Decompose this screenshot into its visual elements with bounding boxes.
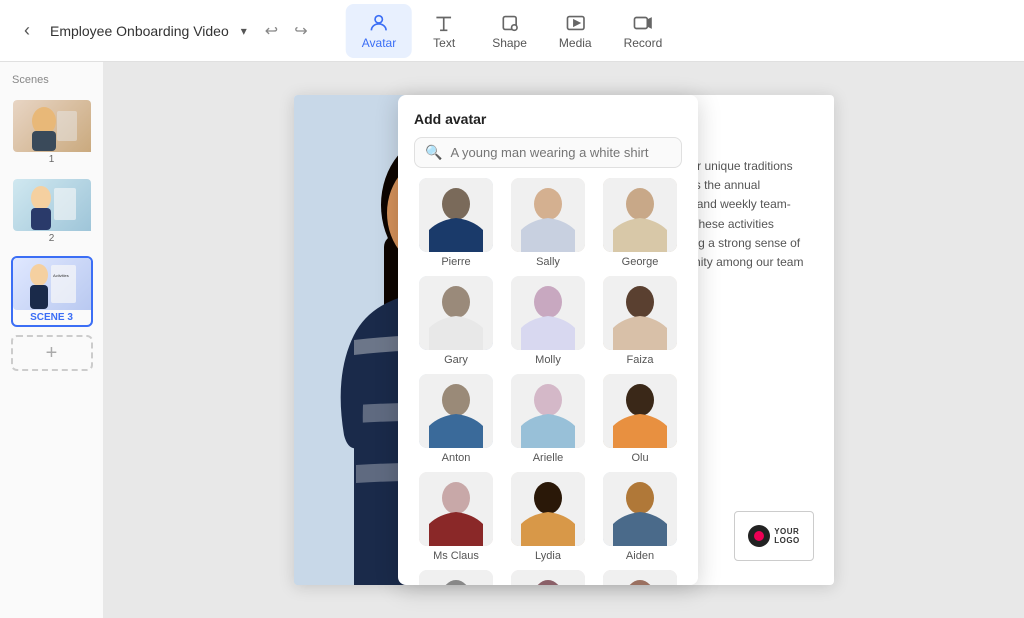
tool-media[interactable]: Media [543, 4, 608, 58]
logo-text: YOUR LOGO [774, 527, 800, 545]
avatar-item-olu[interactable]: Olu [598, 374, 682, 464]
avatar-search-box[interactable]: 🔍 [414, 137, 682, 168]
avatar-img-13 [511, 570, 585, 585]
avatar-img-7 [511, 374, 585, 448]
scene-thumb-1[interactable]: 1 [11, 98, 93, 169]
avatar-name-8: Olu [631, 452, 648, 464]
avatar-name-10: Lydia [535, 550, 561, 562]
back-button[interactable]: ‹ [16, 16, 38, 45]
avatar-item-12[interactable] [414, 570, 498, 585]
avatar-img-4 [511, 276, 585, 350]
scenes-sidebar: Scenes 1 2 [0, 62, 104, 618]
avatar-img-2 [603, 178, 677, 252]
toolbar-tools: Avatar Text Shape Media [346, 4, 679, 58]
dropdown-arrow-icon[interactable]: ▾ [241, 24, 247, 38]
avatar-img-3 [419, 276, 493, 350]
scene-preview-3: Activities [13, 258, 93, 310]
tool-text-label: Text [433, 36, 455, 50]
tool-avatar[interactable]: Avatar [346, 4, 412, 58]
avatar-img-10 [511, 472, 585, 546]
avatar-item-molly[interactable]: Molly [506, 276, 590, 366]
topbar-left: ‹ Employee Onboarding Video ▾ ↩ ↪ [16, 16, 314, 45]
avatar-name-0: Pierre [441, 256, 470, 268]
avatar-search-input[interactable] [450, 145, 671, 160]
avatar-name-4: Molly [535, 354, 561, 366]
logo-inner-icon [754, 531, 764, 541]
avatar-item-arielle[interactable]: Arielle [506, 374, 590, 464]
avatar-img-12 [419, 570, 493, 585]
avatar-name-7: Arielle [533, 452, 564, 464]
avatar-img-0 [419, 178, 493, 252]
add-scene-button[interactable]: + [11, 335, 93, 371]
avatar-name-2: George [622, 256, 659, 268]
project-title: Employee Onboarding Video [50, 23, 229, 39]
avatar-item-sally[interactable]: Sally [506, 178, 590, 268]
tool-shape[interactable]: Shape [476, 4, 543, 58]
scene-thumb-2[interactable]: 2 [11, 177, 93, 248]
panel-title: Add avatar [414, 111, 682, 127]
undo-button[interactable]: ↩ [259, 17, 284, 45]
avatar-item-george[interactable]: George [598, 178, 682, 268]
scene-num-3: SCENE 3 [13, 310, 91, 325]
svg-text:Activities: Activities [53, 273, 69, 278]
avatar-img-9 [419, 472, 493, 546]
scene-num-2: 2 [13, 231, 91, 246]
avatar-item-faiza[interactable]: Faiza [598, 276, 682, 366]
avatar-item-aiden[interactable]: Aiden [598, 472, 682, 562]
scenes-label: Scenes [8, 74, 95, 86]
tool-avatar-label: Avatar [362, 36, 396, 50]
avatar-name-5: Faiza [627, 354, 654, 366]
scene-thumb-3[interactable]: Activities SCENE 3 [11, 256, 93, 327]
avatar-item-pierre[interactable]: Pierre [414, 178, 498, 268]
logo-box: YOUR LOGO [734, 511, 814, 561]
avatar-img-14 [603, 570, 677, 585]
avatar-item-lydia[interactable]: Lydia [506, 472, 590, 562]
avatars-grid: Pierre Sally George Gary Molly Faiza Ant… [414, 178, 682, 585]
avatar-item-ms-claus[interactable]: Ms Claus [414, 472, 498, 562]
scene-num-1: 1 [13, 152, 91, 167]
tool-shape-label: Shape [492, 36, 527, 50]
search-icon: 🔍 [425, 144, 442, 161]
tool-media-label: Media [559, 36, 592, 50]
avatar-name-9: Ms Claus [433, 550, 479, 562]
history-buttons: ↩ ↪ [259, 17, 314, 45]
avatar-img-6 [419, 374, 493, 448]
avatar-item-14[interactable] [598, 570, 682, 585]
logo-line2: LOGO [774, 536, 800, 545]
tool-record[interactable]: Record [608, 4, 679, 58]
topbar: ‹ Employee Onboarding Video ▾ ↩ ↪ Avatar… [0, 0, 1024, 62]
redo-button[interactable]: ↪ [288, 17, 313, 45]
avatar-img-8 [603, 374, 677, 448]
main-layout: Scenes 1 2 [0, 62, 1024, 618]
avatar-name-6: Anton [442, 452, 471, 464]
logo-line1: YOUR [774, 527, 800, 536]
scene-preview-2 [13, 179, 93, 231]
avatar-panel: Add avatar 🔍 Pierre Sally George Gary [398, 95, 698, 585]
canvas-area: Activities We take pride in our unique t… [104, 62, 1024, 618]
avatar-item-gary[interactable]: Gary [414, 276, 498, 366]
avatar-item-anton[interactable]: Anton [414, 374, 498, 464]
avatar-img-5 [603, 276, 677, 350]
tool-record-label: Record [624, 36, 663, 50]
logo-circle-icon [748, 525, 770, 547]
avatar-name-11: Aiden [626, 550, 654, 562]
avatar-img-11 [603, 472, 677, 546]
scene-preview-1 [13, 100, 93, 152]
tool-text[interactable]: Text [412, 4, 476, 58]
canvas-wrap: Activities We take pride in our unique t… [294, 95, 834, 585]
avatar-img-1 [511, 178, 585, 252]
avatar-name-1: Sally [536, 256, 560, 268]
avatar-item-13[interactable] [506, 570, 590, 585]
avatar-name-3: Gary [444, 354, 468, 366]
